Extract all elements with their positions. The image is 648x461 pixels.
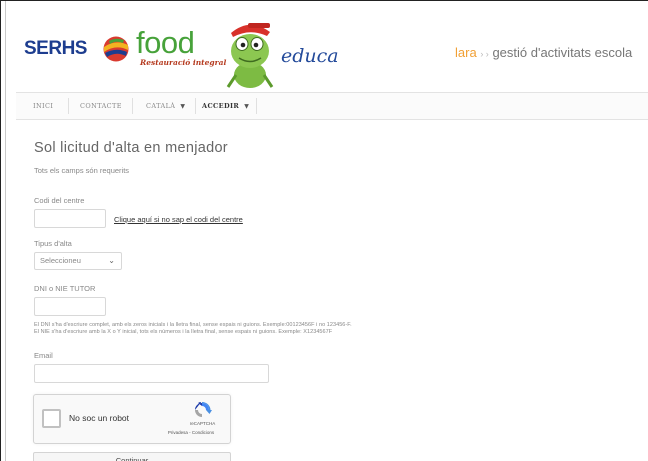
nav-divider (256, 98, 257, 114)
nav-item-language[interactable]: CATALÀ ▼ (146, 93, 185, 119)
recaptcha-widget: No soc un robot reCAPTCHA Privadesa - Co… (33, 394, 231, 444)
recaptcha-brand: reCAPTCHA (189, 421, 216, 426)
alta-type-select[interactable]: Seleccioneu ⌄ (34, 252, 122, 270)
nav-item-contacte[interactable]: CONTACTE (80, 93, 122, 119)
browser-frame: SERHS food Restauració integral educa la… (0, 0, 648, 461)
nav-divider (68, 98, 69, 114)
tagline-text: gestió d'activitats escola (492, 45, 633, 60)
email-input[interactable] (34, 364, 269, 383)
dni-help-text: El DNI s'ha d'escriure complet, amb els … (34, 322, 352, 328)
tagline-brand: lara (455, 45, 477, 60)
nav-item-inici[interactable]: INICI (33, 93, 53, 119)
continue-button[interactable]: Continuar (33, 452, 231, 461)
email-label: Email (34, 351, 53, 360)
nie-help-text: El NIE s'ha d'escriure amb la X o Y inic… (34, 329, 333, 335)
tagline-separator: › › (480, 49, 489, 59)
serhs-logo-icon (103, 36, 129, 62)
alta-type-selected: Seleccioneu (40, 256, 81, 265)
centre-code-input[interactable] (34, 209, 106, 228)
frog-mascot-icon (226, 23, 274, 88)
main-nav: INICI CONTACTE CATALÀ ▼ ACCEDIR ▼ (16, 92, 648, 120)
nav-divider (195, 98, 196, 114)
page-title: Sol licitud d'alta en menjador (34, 140, 228, 156)
recaptcha-label: No soc un robot (69, 413, 130, 423)
nav-item-label: ACCEDIR (202, 102, 240, 110)
nav-item-label: CATALÀ (146, 102, 176, 110)
food-logo-subtitle: Restauració integral (140, 58, 227, 67)
dni-input[interactable] (34, 297, 106, 316)
nav-item-label: INICI (33, 102, 54, 110)
recaptcha-logo-icon (195, 402, 212, 417)
header-tagline: lara › › gestió d'activitats escola (455, 45, 632, 60)
educa-logo-text: educa (281, 45, 339, 67)
serhs-logo-text: SERHS (24, 38, 87, 59)
centre-code-label: Codi del centre (34, 196, 85, 205)
nav-divider (132, 98, 133, 114)
recaptcha-privacy-terms-links[interactable]: Privadesa - Condicions (152, 430, 230, 435)
nav-item-accedir[interactable]: ACCEDIR ▼ (202, 93, 249, 119)
chevron-down-icon: ⌄ (108, 256, 115, 265)
caret-down-icon: ▼ (244, 103, 250, 110)
food-logo-text: food (136, 25, 195, 60)
caret-down-icon: ▼ (180, 103, 186, 110)
nav-item-label: CONTACTE (80, 102, 122, 110)
alta-type-label: Tipus d'alta (34, 239, 72, 248)
recaptcha-checkbox[interactable] (42, 409, 61, 428)
find-centre-code-link[interactable]: Clique aquí si no sap el codi del centre (114, 215, 243, 224)
required-note: Tots els camps són requerits (34, 166, 130, 175)
site-header: SERHS food Restauració integral educa la… (6, 9, 648, 89)
dni-label: DNI o NIE TUTOR (34, 284, 96, 293)
